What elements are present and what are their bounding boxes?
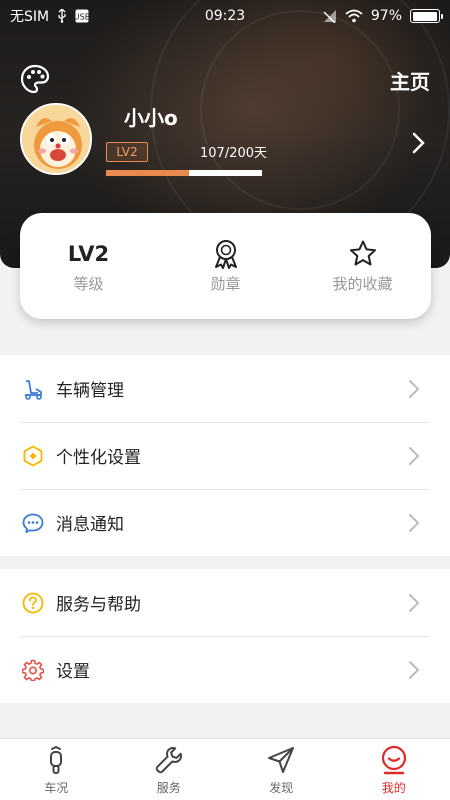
scooter-icon (25, 379, 42, 400)
background-decoration (200, 10, 400, 210)
username: 小小o (124, 106, 178, 130)
menu-group-settings: 服务与帮助 设置 (0, 569, 450, 703)
avatar[interactable] (20, 103, 92, 175)
battery-icon (410, 9, 443, 23)
profile-icon (381, 745, 406, 775)
carrier-label: 无SIM (10, 9, 50, 25)
bottom-tab-bar: 车况 服务 发现 我的 (0, 738, 450, 800)
menu-label: 消息通知 (56, 515, 124, 535)
chevron-right-icon (409, 661, 420, 679)
chevron-right-icon (409, 514, 420, 532)
wifi-icon (345, 9, 363, 23)
tab-label: 车况 (44, 781, 69, 795)
menu-label: 车辆管理 (56, 381, 124, 401)
wrench-icon (155, 747, 182, 774)
gear-icon (22, 659, 44, 681)
battery-percent: 97% (370, 8, 402, 24)
svg-text:USB: USB (75, 13, 89, 22)
medal-icon (214, 239, 237, 269)
battery-level (412, 11, 437, 21)
chevron-right-icon (409, 447, 420, 465)
stats-card: LV2 等级 勋章 我的收藏 (20, 213, 431, 319)
menu-item-personalization[interactable]: 个性化设置 (0, 422, 450, 489)
usb-icon (58, 9, 66, 23)
star-icon (349, 240, 376, 265)
usb-debug-icon: USB (75, 9, 89, 23)
tab-service[interactable]: 服务 (113, 739, 226, 800)
menu-group-vehicle: 车辆管理 个性化设置 消息通知 (0, 355, 450, 556)
stat-favorites[interactable]: 我的收藏 (303, 239, 423, 294)
signal-muted-icon (323, 10, 336, 23)
menu-label: 服务与帮助 (56, 595, 141, 615)
status-bar: 无SIM USB 09:23 97% (0, 0, 450, 32)
progress-text: 107/200天 (200, 146, 268, 161)
home-link[interactable]: 主页 (390, 66, 430, 95)
tab-mine[interactable]: 我的 (338, 739, 450, 800)
tab-discover[interactable]: 发现 (225, 739, 338, 800)
profile-chevron-icon[interactable] (412, 132, 426, 154)
stat-medals[interactable]: 勋章 (166, 239, 286, 294)
stat-label: 我的收藏 (332, 274, 393, 293)
tab-vehicle-status[interactable]: 车况 (0, 739, 113, 800)
navigation-icon (268, 747, 295, 773)
avatar-image (22, 105, 90, 173)
message-icon (22, 513, 44, 533)
menu-item-vehicle-management[interactable]: 车辆管理 (0, 355, 450, 422)
menu-item-notifications[interactable]: 消息通知 (0, 489, 450, 556)
menu-label: 个性化设置 (56, 448, 141, 468)
level-badge: LV2 (106, 142, 148, 162)
menu-item-service-help[interactable]: 服务与帮助 (0, 569, 450, 636)
palette-icon[interactable] (20, 64, 50, 94)
stat-label: 勋章 (210, 274, 241, 293)
hexagon-icon (23, 445, 43, 466)
scooter-icon (50, 745, 63, 774)
level-value: LV2 (67, 241, 110, 266)
chevron-right-icon (409, 594, 420, 612)
menu-label: 设置 (56, 662, 90, 682)
menu-item-settings[interactable]: 设置 (0, 636, 450, 703)
stat-label: 等级 (73, 274, 104, 293)
level-progress-bar (106, 170, 262, 176)
tab-label: 发现 (269, 781, 294, 795)
stat-level[interactable]: LV2 等级 (29, 239, 149, 294)
level-progress-fill (106, 170, 190, 176)
help-icon (22, 592, 44, 613)
tab-label: 我的 (381, 781, 406, 795)
tab-label: 服务 (156, 781, 181, 795)
chevron-right-icon (409, 380, 420, 398)
